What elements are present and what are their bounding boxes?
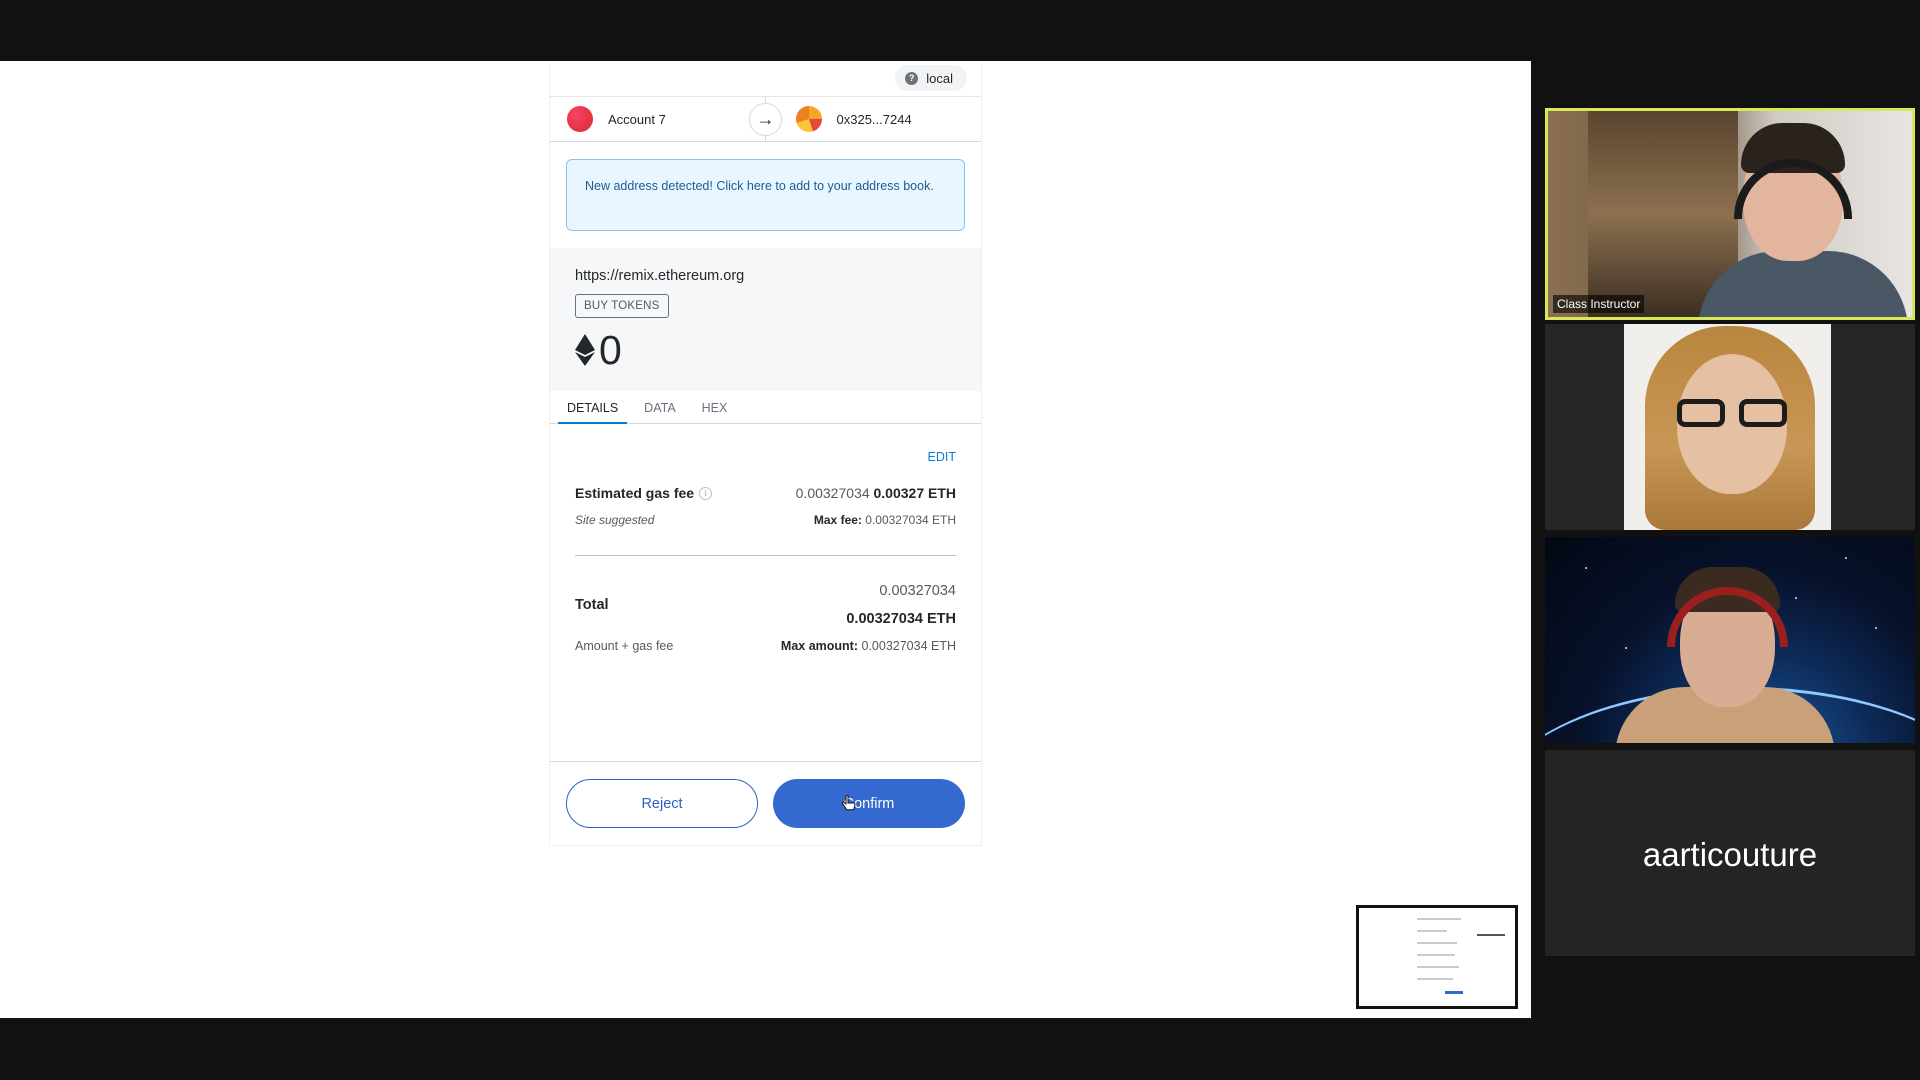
buy-tokens-button[interactable]: BUY TOKENS bbox=[575, 294, 669, 318]
total-value: 0.00327034 bbox=[879, 583, 956, 599]
participant-tile-audio-only[interactable]: aarticouture bbox=[1545, 750, 1915, 956]
tab-bar: DETAILS DATA HEX bbox=[550, 391, 981, 424]
gas-fee-amount-bold: 0.00327 ETH bbox=[873, 485, 957, 501]
participant-name-label: Class Instructor bbox=[1553, 295, 1645, 313]
confirm-button[interactable]: Confirm bbox=[773, 779, 965, 828]
gas-fee-label-text: Estimated gas fee bbox=[575, 485, 695, 501]
participant-video-2[interactable] bbox=[1545, 324, 1915, 530]
arrow-right-icon: → bbox=[749, 103, 782, 136]
max-fee: Max fee: 0.00327034 ETH bbox=[814, 513, 956, 527]
sender-recipient-row: Account 7 → 0x325...7244 bbox=[550, 97, 981, 142]
amount-value: 0 bbox=[599, 327, 622, 373]
amount-plus-gas-label: Amount + gas fee bbox=[575, 639, 674, 653]
origin-url: https://remix.ethereum.org bbox=[575, 268, 745, 284]
site-suggested-label: Site suggested bbox=[575, 513, 655, 527]
recipient-address: 0x325...7244 bbox=[836, 111, 912, 127]
max-amount-value: 0.00327034 ETH bbox=[861, 639, 956, 653]
sender-identicon bbox=[567, 106, 593, 132]
tab-hex[interactable]: HEX bbox=[693, 391, 737, 424]
max-amount: Max amount: 0.00327034 ETH bbox=[781, 639, 956, 653]
tab-details[interactable]: DETAILS bbox=[558, 391, 628, 424]
screen-share-thumbnail[interactable] bbox=[1354, 903, 1520, 1011]
tab-data[interactable]: DATA bbox=[635, 391, 684, 424]
total-label: Total bbox=[575, 597, 609, 613]
sender[interactable]: Account 7 bbox=[550, 106, 766, 132]
participant-name: aarticouture bbox=[1642, 836, 1818, 873]
max-amount-label: Max amount: bbox=[780, 639, 858, 653]
sender-name: Account 7 bbox=[608, 111, 666, 127]
network-name: local bbox=[926, 70, 953, 86]
help-icon: ? bbox=[905, 71, 919, 85]
recipient-identicon bbox=[795, 106, 822, 132]
gas-fee-label: Estimated gas fee i bbox=[575, 485, 713, 501]
amount-row: 0 bbox=[575, 327, 956, 373]
hand-cursor-icon bbox=[842, 795, 856, 811]
participant-video-instructor[interactable]: Class Instructor bbox=[1545, 108, 1915, 320]
ethereum-icon bbox=[575, 334, 595, 366]
total-value-bold: 0.00327034 ETH bbox=[846, 611, 956, 627]
network-indicator[interactable]: ? local bbox=[895, 65, 967, 91]
gas-fee-value: 0.00327034 0.00327 ETH bbox=[796, 485, 956, 501]
recipient[interactable]: 0x325...7244 bbox=[766, 106, 982, 132]
edit-gas-link[interactable]: EDIT bbox=[928, 450, 956, 464]
info-icon[interactable]: i bbox=[699, 486, 713, 500]
network-row: ? local bbox=[550, 61, 981, 97]
details-panel: EDIT Estimated gas fee i 0.00327034 0.00… bbox=[550, 424, 981, 761]
transaction-summary: https://remix.ethereum.org BUY TOKENS 0 bbox=[550, 248, 981, 391]
divider bbox=[575, 555, 956, 556]
metamask-confirm-popup: ? local Account 7 → 0x325...7244 New add… bbox=[549, 61, 982, 846]
footer-actions: Reject Confirm bbox=[550, 761, 981, 846]
new-address-notice[interactable]: New address detected! Click here to add … bbox=[566, 159, 965, 231]
shared-screen: ? local Account 7 → 0x325...7244 New add… bbox=[0, 61, 1531, 1018]
gas-fee-amount: 0.00327034 bbox=[795, 485, 870, 501]
reject-button[interactable]: Reject bbox=[566, 779, 758, 828]
max-fee-label: Max fee: bbox=[813, 513, 862, 527]
participant-video-3[interactable] bbox=[1545, 537, 1915, 743]
max-fee-value: 0.00327034 ETH bbox=[865, 513, 956, 527]
glasses-icon bbox=[1677, 399, 1787, 427]
